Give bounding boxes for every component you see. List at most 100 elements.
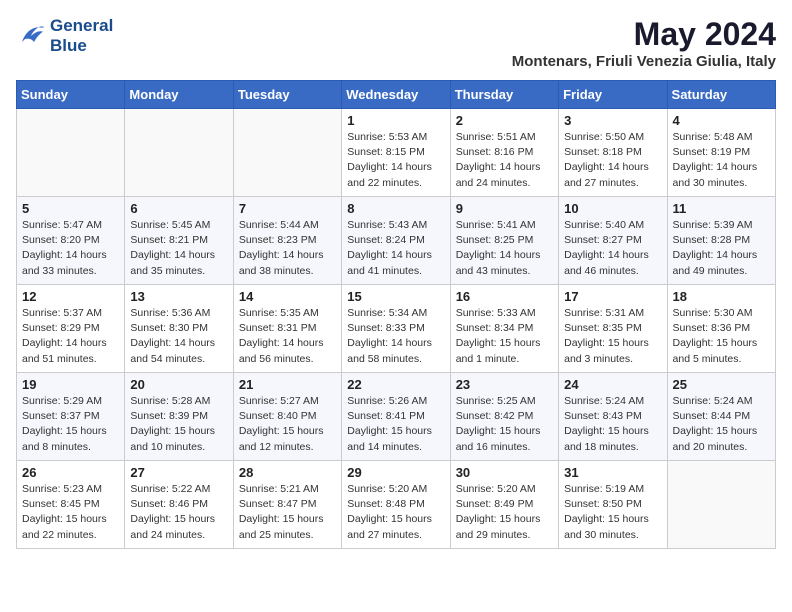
day-info: Sunrise: 5:37 AM Sunset: 8:29 PM Dayligh… [22,306,119,367]
calendar-cell: 11 Sunrise: 5:39 AM Sunset: 8:28 PM Dayli… [667,197,775,285]
calendar-week-row: 19 Sunrise: 5:29 AM Sunset: 8:37 PM Dayli… [17,373,776,461]
calendar-body: 1Sunrise: 5:53 AM Sunset: 8:15 PM Daylig… [17,109,776,549]
day-info: Sunrise: 5:29 AM Sunset: 8:37 PM Dayligh… [22,394,119,455]
day-info: Sunrise: 5:27 AM Sunset: 8:40 PM Dayligh… [239,394,336,455]
calendar-cell: 19 Sunrise: 5:29 AM Sunset: 8:37 PM Dayli… [17,373,125,461]
day-number: 24 [564,377,661,392]
logo-icon [16,21,46,51]
calendar-cell [233,109,341,197]
day-number: 29 [347,465,444,480]
day-number: 16 [456,289,553,304]
calendar-cell: 13Sunrise: 5:36 AM Sunset: 8:30 PM Dayli… [125,285,233,373]
calendar-cell: 29 Sunrise: 5:20 AM Sunset: 8:48 PM Dayli… [342,461,450,549]
calendar-header-wednesday: Wednesday [342,81,450,109]
calendar-cell: 14Sunrise: 5:35 AM Sunset: 8:31 PM Dayli… [233,285,341,373]
calendar-cell: 6Sunrise: 5:45 AM Sunset: 8:21 PM Daylig… [125,197,233,285]
calendar-cell: 30 Sunrise: 5:20 AM Sunset: 8:49 PM Dayli… [450,461,558,549]
calendar-cell: 20Sunrise: 5:28 AM Sunset: 8:39 PM Dayli… [125,373,233,461]
calendar-cell: 5 Sunrise: 5:47 AM Sunset: 8:20 PM Daylig… [17,197,125,285]
calendar-header-tuesday: Tuesday [233,81,341,109]
calendar-table: SundayMondayTuesdayWednesdayThursdayFrid… [16,80,776,549]
month-title: May 2024 [512,16,776,53]
calendar-cell: 16Sunrise: 5:33 AM Sunset: 8:34 PM Dayli… [450,285,558,373]
calendar-cell: 10 Sunrise: 5:40 AM Sunset: 8:27 PM Dayli… [559,197,667,285]
calendar-header-thursday: Thursday [450,81,558,109]
calendar-week-row: 1Sunrise: 5:53 AM Sunset: 8:15 PM Daylig… [17,109,776,197]
day-number: 23 [456,377,553,392]
calendar-cell: 12 Sunrise: 5:37 AM Sunset: 8:29 PM Dayli… [17,285,125,373]
day-info: Sunrise: 5:26 AM Sunset: 8:41 PM Dayligh… [347,394,444,455]
day-number: 3 [564,113,661,128]
calendar-header-friday: Friday [559,81,667,109]
day-number: 1 [347,113,444,128]
calendar-cell [17,109,125,197]
day-info: Sunrise: 5:20 AM Sunset: 8:48 PM Dayligh… [347,482,444,543]
day-number: 5 [22,201,119,216]
day-number: 28 [239,465,336,480]
day-info: Sunrise: 5:34 AM Sunset: 8:33 PM Dayligh… [347,306,444,367]
day-info: Sunrise: 5:31 AM Sunset: 8:35 PM Dayligh… [564,306,661,367]
day-number: 21 [239,377,336,392]
day-info: Sunrise: 5:21 AM Sunset: 8:47 PM Dayligh… [239,482,336,543]
calendar-cell [667,461,775,549]
day-number: 18 [673,289,770,304]
day-info: Sunrise: 5:24 AM Sunset: 8:44 PM Dayligh… [673,394,770,455]
calendar-header-row: SundayMondayTuesdayWednesdayThursdayFrid… [17,81,776,109]
calendar-cell: 17Sunrise: 5:31 AM Sunset: 8:35 PM Dayli… [559,285,667,373]
day-info: Sunrise: 5:51 AM Sunset: 8:16 PM Dayligh… [456,130,553,191]
day-info: Sunrise: 5:28 AM Sunset: 8:39 PM Dayligh… [130,394,227,455]
day-number: 13 [130,289,227,304]
day-info: Sunrise: 5:41 AM Sunset: 8:25 PM Dayligh… [456,218,553,279]
calendar-cell: 22Sunrise: 5:26 AM Sunset: 8:41 PM Dayli… [342,373,450,461]
day-number: 11 [673,201,770,216]
calendar-header-saturday: Saturday [667,81,775,109]
calendar-cell: 2 Sunrise: 5:51 AM Sunset: 8:16 PM Daylig… [450,109,558,197]
calendar-cell: 18Sunrise: 5:30 AM Sunset: 8:36 PM Dayli… [667,285,775,373]
day-info: Sunrise: 5:20 AM Sunset: 8:49 PM Dayligh… [456,482,553,543]
day-number: 15 [347,289,444,304]
day-number: 2 [456,113,553,128]
calendar-cell: 24 Sunrise: 5:24 AM Sunset: 8:43 PM Dayli… [559,373,667,461]
day-number: 19 [22,377,119,392]
day-number: 27 [130,465,227,480]
day-number: 7 [239,201,336,216]
day-info: Sunrise: 5:25 AM Sunset: 8:42 PM Dayligh… [456,394,553,455]
day-number: 4 [673,113,770,128]
calendar-cell: 21 Sunrise: 5:27 AM Sunset: 8:40 PM Dayli… [233,373,341,461]
day-info: Sunrise: 5:47 AM Sunset: 8:20 PM Dayligh… [22,218,119,279]
day-number: 12 [22,289,119,304]
day-info: Sunrise: 5:22 AM Sunset: 8:46 PM Dayligh… [130,482,227,543]
day-number: 14 [239,289,336,304]
day-number: 25 [673,377,770,392]
day-info: Sunrise: 5:23 AM Sunset: 8:45 PM Dayligh… [22,482,119,543]
title-block: May 2024 Montenars, Friuli Venezia Giuli… [512,16,776,70]
day-info: Sunrise: 5:44 AM Sunset: 8:23 PM Dayligh… [239,218,336,279]
day-info: Sunrise: 5:40 AM Sunset: 8:27 PM Dayligh… [564,218,661,279]
calendar-cell: 23 Sunrise: 5:25 AM Sunset: 8:42 PM Dayli… [450,373,558,461]
calendar-week-row: 26 Sunrise: 5:23 AM Sunset: 8:45 PM Dayli… [17,461,776,549]
page-header: General Blue May 2024 Montenars, Friuli … [16,16,776,70]
calendar-cell [125,109,233,197]
logo-text: General Blue [50,16,113,55]
calendar-cell: 25 Sunrise: 5:24 AM Sunset: 8:44 PM Dayli… [667,373,775,461]
logo: General Blue [16,16,113,55]
calendar-cell: 27 Sunrise: 5:22 AM Sunset: 8:46 PM Dayli… [125,461,233,549]
calendar-cell: 31 Sunrise: 5:19 AM Sunset: 8:50 PM Dayli… [559,461,667,549]
day-info: Sunrise: 5:39 AM Sunset: 8:28 PM Dayligh… [673,218,770,279]
calendar-cell: 9Sunrise: 5:41 AM Sunset: 8:25 PM Daylig… [450,197,558,285]
calendar-week-row: 12 Sunrise: 5:37 AM Sunset: 8:29 PM Dayli… [17,285,776,373]
calendar-header-sunday: Sunday [17,81,125,109]
calendar-cell: 4Sunrise: 5:48 AM Sunset: 8:19 PM Daylig… [667,109,775,197]
calendar-cell: 7 Sunrise: 5:44 AM Sunset: 8:23 PM Daylig… [233,197,341,285]
day-number: 31 [564,465,661,480]
calendar-week-row: 5 Sunrise: 5:47 AM Sunset: 8:20 PM Daylig… [17,197,776,285]
day-info: Sunrise: 5:45 AM Sunset: 8:21 PM Dayligh… [130,218,227,279]
day-info: Sunrise: 5:19 AM Sunset: 8:50 PM Dayligh… [564,482,661,543]
calendar-cell: 26 Sunrise: 5:23 AM Sunset: 8:45 PM Dayli… [17,461,125,549]
day-number: 10 [564,201,661,216]
day-number: 30 [456,465,553,480]
calendar-cell: 28 Sunrise: 5:21 AM Sunset: 8:47 PM Dayli… [233,461,341,549]
day-info: Sunrise: 5:24 AM Sunset: 8:43 PM Dayligh… [564,394,661,455]
calendar-cell: 3Sunrise: 5:50 AM Sunset: 8:18 PM Daylig… [559,109,667,197]
day-number: 26 [22,465,119,480]
